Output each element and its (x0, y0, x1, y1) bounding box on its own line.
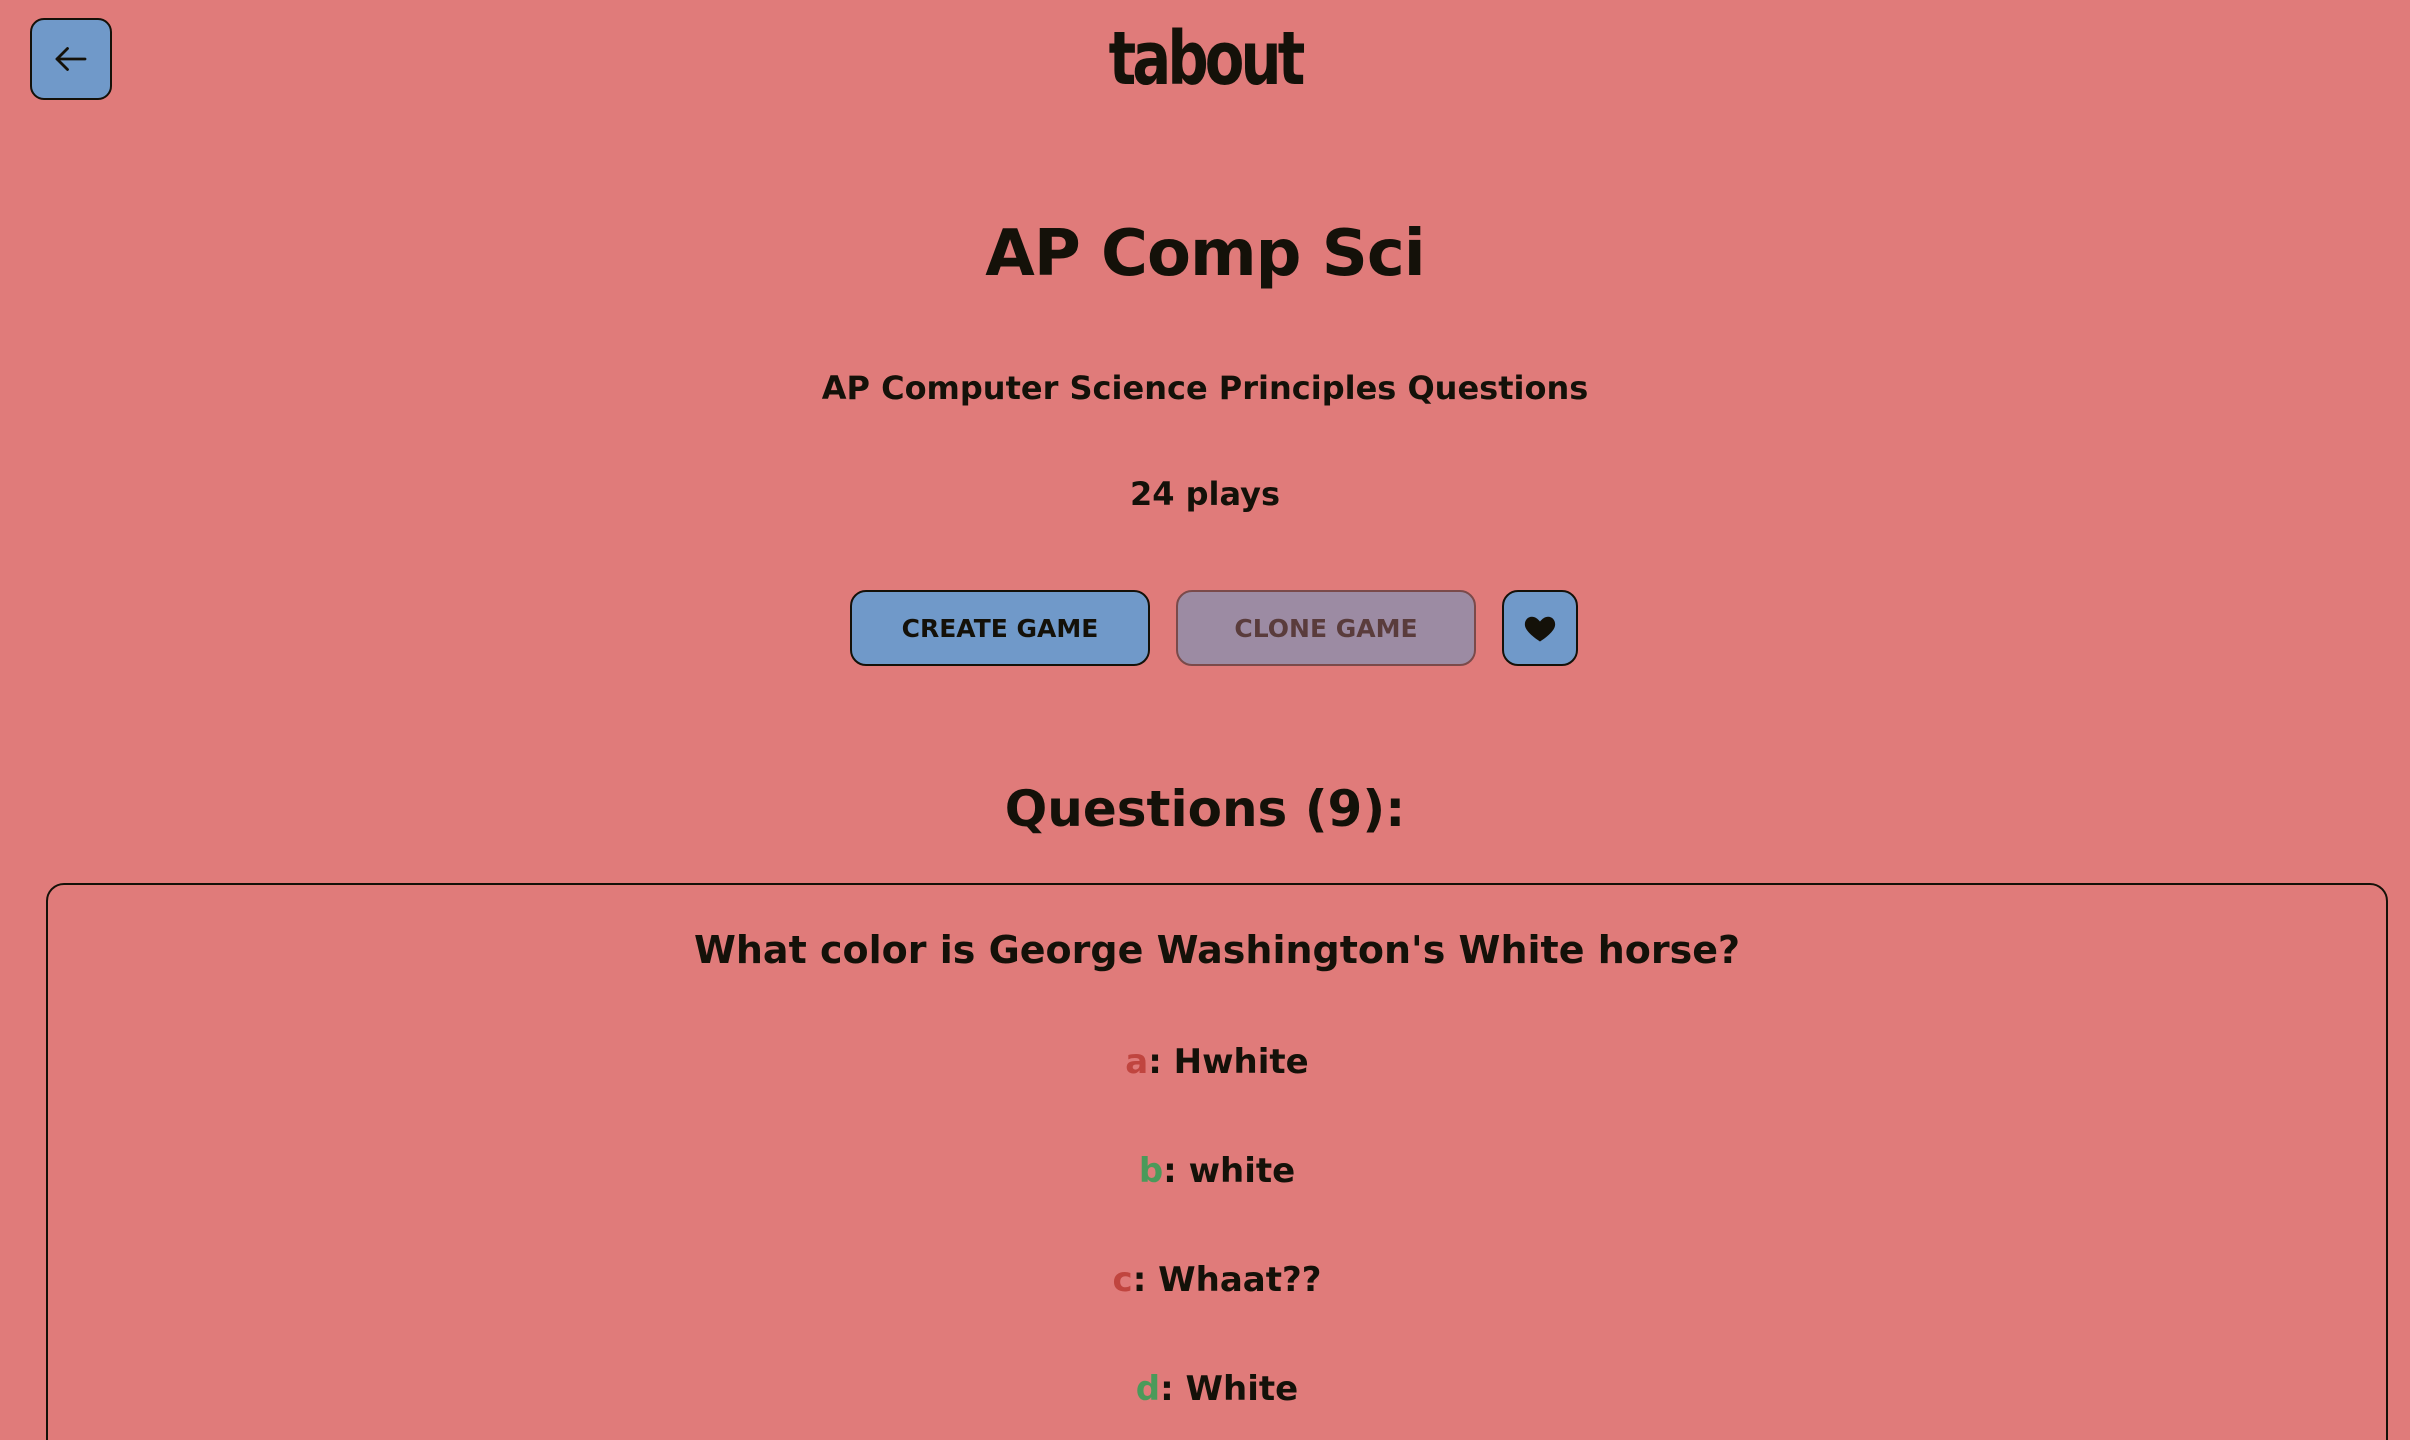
app-logo[interactable]: tabout (265, 22, 2145, 96)
answer-text: : Whaat?? (1132, 1260, 1322, 1300)
clone-game-button[interactable]: CLONE GAME (1176, 590, 1476, 666)
create-game-button[interactable]: CREATE GAME (850, 590, 1150, 666)
heart-icon (1524, 616, 1556, 642)
arrow-left-icon (55, 47, 87, 71)
answer-option-b: b: white (48, 1154, 2386, 1188)
action-buttons: CREATE GAME CLONE GAME (0, 590, 2410, 666)
answer-option-a: a: Hwhite (48, 1045, 2386, 1079)
answer-letter: d (1135, 1369, 1161, 1409)
answer-text: : White (1160, 1369, 1299, 1409)
set-description: AP Computer Science Principles Questions (821, 369, 1589, 407)
answer-letter: a (1125, 1042, 1149, 1082)
answer-text: : white (1163, 1151, 1296, 1191)
back-button[interactable] (30, 18, 112, 100)
set-detail-page: tabout AP Comp Sci AP Computer Science P… (0, 0, 2410, 1440)
answer-option-d: d: White (48, 1372, 2386, 1406)
questions-heading: Questions (9): (1004, 780, 1406, 838)
answer-letter: c (1112, 1260, 1133, 1300)
page-title: AP Comp Sci (985, 217, 1425, 291)
play-count: 24 plays (1129, 475, 1281, 513)
answer-option-c: c: Whaat?? (48, 1263, 2386, 1297)
favorite-button[interactable] (1502, 590, 1578, 666)
answer-letter: b (1138, 1151, 1164, 1191)
question-card: What color is George Washington's White … (46, 883, 2388, 1440)
question-text: What color is George Washington's White … (693, 928, 1741, 972)
answer-text: : Hwhite (1148, 1042, 1309, 1082)
